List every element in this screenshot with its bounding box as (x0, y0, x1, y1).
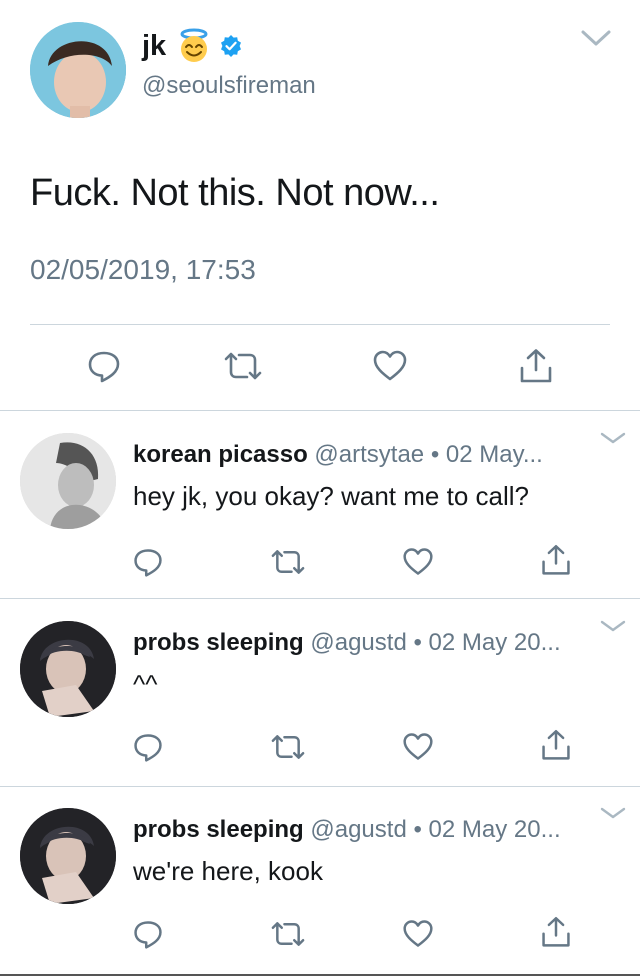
reply-avatar[interactable] (20, 808, 116, 904)
reply-avatar[interactable] (20, 433, 116, 529)
reply-text: we're here, kook (133, 856, 323, 886)
reply-meta: @artsytae • 02 May... (314, 441, 543, 468)
tweet-actions (0, 348, 640, 392)
reply-tweet[interactable]: probs sleeping @agustd • 02 May 20... ^^ (0, 599, 640, 787)
like-icon[interactable] (402, 918, 434, 950)
like-icon[interactable] (372, 348, 408, 384)
retweet-icon[interactable] (270, 918, 306, 950)
reply-icon[interactable] (132, 918, 164, 950)
reply-header: probs sleeping @agustd • 02 May 20... (133, 816, 603, 844)
like-icon[interactable] (402, 546, 434, 578)
reply-text: ^^ (133, 669, 158, 699)
main-name-row: jk (142, 28, 243, 64)
reply-display-name[interactable]: probs sleeping (133, 816, 304, 843)
share-icon[interactable] (540, 544, 572, 576)
main-handle[interactable]: @seoulsfireman (142, 72, 316, 100)
reply-avatar[interactable] (20, 621, 116, 717)
like-icon[interactable] (402, 731, 434, 763)
chevron-down-icon[interactable] (600, 619, 626, 633)
tweet-timestamp[interactable]: 02/05/2019, 17:53 (30, 254, 256, 286)
reply-icon[interactable] (132, 731, 164, 763)
reply-header: korean picasso @artsytae • 02 May... (133, 441, 603, 469)
reply-tweet[interactable]: korean picasso @artsytae • 02 May... hey… (0, 411, 640, 599)
reply-meta: @agustd • 02 May 20... (310, 816, 561, 843)
retweet-icon[interactable] (270, 731, 306, 763)
divider (30, 324, 610, 325)
retweet-icon[interactable] (223, 348, 263, 384)
reply-text: hey jk, you okay? want me to call? (133, 481, 529, 511)
share-icon[interactable] (540, 729, 572, 761)
main-display-name[interactable]: jk (142, 30, 166, 63)
reply-meta: @agustd • 02 May 20... (310, 629, 561, 656)
chevron-down-icon[interactable] (600, 806, 626, 820)
reply-icon[interactable] (132, 546, 164, 578)
reply-header: probs sleeping @agustd • 02 May 20... (133, 629, 603, 657)
reply-icon[interactable] (86, 348, 122, 384)
chevron-down-icon[interactable] (600, 431, 626, 445)
reply-tweet[interactable]: probs sleeping @agustd • 02 May 20... we… (0, 786, 640, 974)
tweet-text: Fuck. Not this. Not now... (30, 172, 440, 214)
share-icon[interactable] (540, 916, 572, 948)
chevron-down-icon[interactable] (580, 28, 612, 48)
main-avatar[interactable] (30, 22, 126, 118)
reply-display-name[interactable]: korean picasso (133, 441, 308, 468)
main-tweet: jk @seoulsfireman Fuck. Not this. Not no… (0, 0, 640, 410)
retweet-icon[interactable] (270, 546, 306, 578)
share-icon[interactable] (518, 348, 554, 384)
smiling-face-with-halo-icon (176, 28, 212, 64)
verified-badge-icon (219, 34, 243, 58)
reply-display-name[interactable]: probs sleeping (133, 629, 304, 656)
